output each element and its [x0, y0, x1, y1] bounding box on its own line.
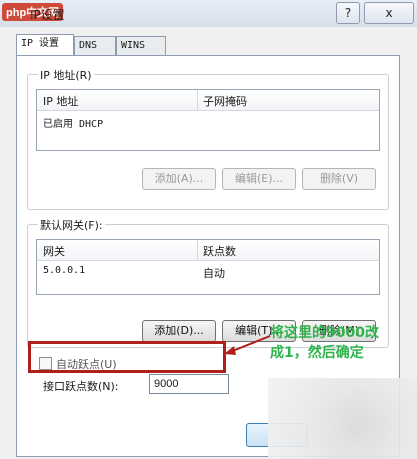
blur-overlay	[268, 378, 417, 459]
annotation-text: 将这里的9000改 成1，然后确定	[270, 323, 416, 363]
annotation-line-2: 成1，然后确定	[270, 345, 364, 361]
ip-list-header: IP 地址 子网掩码	[37, 90, 379, 111]
remove-ip-button[interactable]: 删除(V)	[302, 168, 376, 190]
ip-cell: 已启用 DHCP	[43, 119, 104, 130]
ip-address-list[interactable]: IP 地址 子网掩码 已启用 DHCP	[36, 89, 380, 151]
edit-ip-button[interactable]: 编辑(E)...	[222, 168, 296, 190]
tab-ip-settings[interactable]: IP 设置	[16, 34, 74, 55]
interface-metric-label: 接口跃点数(N):	[43, 380, 119, 393]
column-separator	[197, 240, 198, 260]
interface-metric-input[interactable]: 9000	[149, 374, 229, 394]
list-item[interactable]: 5.0.0.1 自动	[37, 263, 379, 281]
annotation-arrow	[224, 335, 271, 355]
column-header-gateway[interactable]: 网关	[43, 243, 65, 259]
close-button[interactable]: x	[364, 2, 414, 24]
tab-dns[interactable]: DNS	[74, 36, 116, 55]
title-bar: php中文网 IP设置 ? x	[0, 0, 417, 28]
list-item[interactable]: 已启用 DHCP	[37, 113, 379, 131]
gateway-list-header: 网关 跃点数	[37, 240, 379, 261]
highlight-box	[28, 341, 226, 373]
tab-wins[interactable]: WINS	[116, 36, 166, 55]
help-button[interactable]: ?	[336, 2, 360, 24]
column-header-ip[interactable]: IP 地址	[43, 93, 78, 109]
metric-cell: 自动	[203, 267, 225, 280]
ip-button-row: 添加(A)... 编辑(E)... 删除(V)	[28, 168, 388, 190]
add-gateway-button[interactable]: 添加(D)...	[142, 320, 216, 342]
column-header-metric[interactable]: 跃点数	[203, 243, 236, 259]
gateway-cell: 5.0.0.1	[43, 265, 86, 276]
annotation-line-1: 将这里的9000改	[270, 325, 379, 341]
window-title: IP设置	[30, 8, 65, 22]
ip-address-legend: IP 地址(R)	[38, 67, 94, 83]
column-separator	[197, 90, 198, 110]
column-header-subnet[interactable]: 子网掩码	[203, 93, 247, 109]
default-gateway-legend: 默认网关(F):	[38, 217, 105, 233]
ip-address-group: IP 地址(R) IP 地址 子网掩码 已启用 DHCP 添加(A)... 编辑…	[27, 67, 389, 210]
gateway-list[interactable]: 网关 跃点数 5.0.0.1 自动	[36, 239, 380, 295]
add-ip-button[interactable]: 添加(A)...	[142, 168, 216, 190]
